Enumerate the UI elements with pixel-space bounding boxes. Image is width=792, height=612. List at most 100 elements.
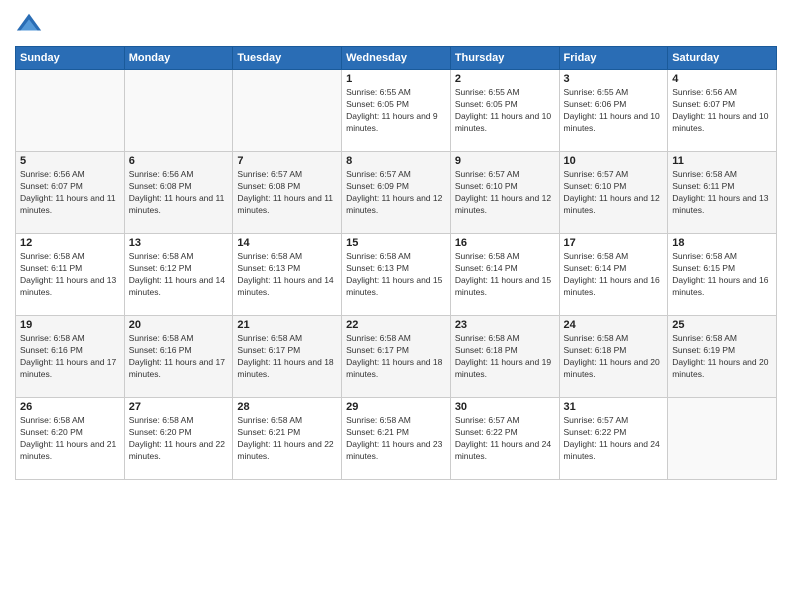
day-info: Sunrise: 6:58 AMSunset: 6:11 PMDaylight:… [672,169,772,217]
header-cell-sunday: Sunday [16,47,125,70]
day-cell: 29 Sunrise: 6:58 AMSunset: 6:21 PMDayligh… [342,398,451,480]
day-info: Sunrise: 6:58 AMSunset: 6:20 PMDaylight:… [20,415,120,463]
day-cell: 6 Sunrise: 6:56 AMSunset: 6:08 PMDaylight… [124,152,233,234]
day-info: Sunrise: 6:56 AMSunset: 6:08 PMDaylight:… [129,169,229,217]
day-number: 24 [564,319,664,331]
day-cell: 7 Sunrise: 6:57 AMSunset: 6:08 PMDaylight… [233,152,342,234]
header-row: SundayMondayTuesdayWednesdayThursdayFrid… [16,47,777,70]
logo-icon [15,10,43,38]
day-number: 4 [672,73,772,85]
header-cell-monday: Monday [124,47,233,70]
day-info: Sunrise: 6:58 AMSunset: 6:16 PMDaylight:… [129,333,229,381]
day-info: Sunrise: 6:55 AMSunset: 6:05 PMDaylight:… [455,87,555,135]
day-cell: 25 Sunrise: 6:58 AMSunset: 6:19 PMDayligh… [668,316,777,398]
day-cell: 15 Sunrise: 6:58 AMSunset: 6:13 PMDayligh… [342,234,451,316]
day-cell [16,70,125,152]
day-number: 16 [455,237,555,249]
logo [15,10,47,38]
day-info: Sunrise: 6:58 AMSunset: 6:21 PMDaylight:… [346,415,446,463]
day-cell: 10 Sunrise: 6:57 AMSunset: 6:10 PMDayligh… [559,152,668,234]
day-number: 20 [129,319,229,331]
day-number: 28 [237,401,337,413]
page: SundayMondayTuesdayWednesdayThursdayFrid… [0,0,792,612]
day-cell: 14 Sunrise: 6:58 AMSunset: 6:13 PMDayligh… [233,234,342,316]
day-cell: 24 Sunrise: 6:58 AMSunset: 6:18 PMDayligh… [559,316,668,398]
day-number: 5 [20,155,120,167]
day-info: Sunrise: 6:58 AMSunset: 6:14 PMDaylight:… [455,251,555,299]
day-cell: 13 Sunrise: 6:58 AMSunset: 6:12 PMDayligh… [124,234,233,316]
header [15,10,777,38]
day-info: Sunrise: 6:58 AMSunset: 6:12 PMDaylight:… [129,251,229,299]
header-cell-friday: Friday [559,47,668,70]
day-number: 14 [237,237,337,249]
day-info: Sunrise: 6:57 AMSunset: 6:09 PMDaylight:… [346,169,446,217]
day-info: Sunrise: 6:58 AMSunset: 6:21 PMDaylight:… [237,415,337,463]
week-row-5: 26 Sunrise: 6:58 AMSunset: 6:20 PMDayligh… [16,398,777,480]
day-info: Sunrise: 6:58 AMSunset: 6:13 PMDaylight:… [346,251,446,299]
day-number: 23 [455,319,555,331]
day-cell: 8Sunrise: 6:57 AMSunset: 6:09 PMDaylight… [342,152,451,234]
day-cell: 19Sunrise: 6:58 AMSunset: 6:16 PMDayligh… [16,316,125,398]
day-info: Sunrise: 6:57 AMSunset: 6:10 PMDaylight:… [455,169,555,217]
day-number: 13 [129,237,229,249]
day-number: 10 [564,155,664,167]
calendar-table: SundayMondayTuesdayWednesdayThursdayFrid… [15,46,777,480]
day-cell: 31Sunrise: 6:57 AMSunset: 6:22 PMDayligh… [559,398,668,480]
day-info: Sunrise: 6:58 AMSunset: 6:19 PMDaylight:… [672,333,772,381]
header-cell-saturday: Saturday [668,47,777,70]
day-cell: 5 Sunrise: 6:56 AMSunset: 6:07 PMDaylight… [16,152,125,234]
day-cell: 3Sunrise: 6:55 AMSunset: 6:06 PMDaylight… [559,70,668,152]
day-cell: 20 Sunrise: 6:58 AMSunset: 6:16 PMDayligh… [124,316,233,398]
day-cell: 16 Sunrise: 6:58 AMSunset: 6:14 PMDayligh… [450,234,559,316]
day-number: 17 [564,237,664,249]
day-info: Sunrise: 6:57 AMSunset: 6:10 PMDaylight:… [564,169,664,217]
day-number: 9 [455,155,555,167]
day-cell: 4 Sunrise: 6:56 AMSunset: 6:07 PMDaylight… [668,70,777,152]
day-number: 29 [346,401,446,413]
day-number: 27 [129,401,229,413]
day-info: Sunrise: 6:57 AMSunset: 6:22 PMDaylight:… [564,415,664,463]
day-info: Sunrise: 6:58 AMSunset: 6:13 PMDaylight:… [237,251,337,299]
day-cell: 22 Sunrise: 6:58 AMSunset: 6:17 PMDayligh… [342,316,451,398]
day-cell: 1 Sunrise: 6:55 AMSunset: 6:05 PMDaylight… [342,70,451,152]
day-info: Sunrise: 6:58 AMSunset: 6:17 PMDaylight:… [346,333,446,381]
day-info: Sunrise: 6:58 AMSunset: 6:17 PMDaylight:… [237,333,337,381]
day-info: Sunrise: 6:55 AMSunset: 6:06 PMDaylight:… [564,87,664,135]
day-info: Sunrise: 6:58 AMSunset: 6:18 PMDaylight:… [564,333,664,381]
week-row-1: 1 Sunrise: 6:55 AMSunset: 6:05 PMDaylight… [16,70,777,152]
day-cell [668,398,777,480]
day-number: 15 [346,237,446,249]
day-info: Sunrise: 6:56 AMSunset: 6:07 PMDaylight:… [20,169,120,217]
day-number: 19 [20,319,120,331]
day-number: 22 [346,319,446,331]
day-cell: 12Sunrise: 6:58 AMSunset: 6:11 PMDayligh… [16,234,125,316]
day-cell: 18 Sunrise: 6:58 AMSunset: 6:15 PMDayligh… [668,234,777,316]
day-info: Sunrise: 6:57 AMSunset: 6:08 PMDaylight:… [237,169,337,217]
day-number: 18 [672,237,772,249]
day-cell: 26 Sunrise: 6:58 AMSunset: 6:20 PMDayligh… [16,398,125,480]
day-number: 30 [455,401,555,413]
day-cell: 27 Sunrise: 6:58 AMSunset: 6:20 PMDayligh… [124,398,233,480]
day-cell: 30Sunrise: 6:57 AMSunset: 6:22 PMDayligh… [450,398,559,480]
day-cell: 11 Sunrise: 6:58 AMSunset: 6:11 PMDayligh… [668,152,777,234]
day-info: Sunrise: 6:58 AMSunset: 6:15 PMDaylight:… [672,251,772,299]
week-row-4: 19 Sunrise: 6:58 AMSunset: 6:16 PMDayligh… [16,316,777,398]
day-number: 21 [237,319,337,331]
day-cell: 17 Sunrise: 6:58 AMSunset: 6:14 PMDayligh… [559,234,668,316]
day-number: 6 [129,155,229,167]
day-info: Sunrise: 6:58 AMSunset: 6:20 PMDaylight:… [129,415,229,463]
day-cell: 9 Sunrise: 6:57 AMSunset: 6:10 PMDaylight… [450,152,559,234]
day-cell: 2Sunrise: 6:55 AMSunset: 6:05 PMDaylight… [450,70,559,152]
day-number: 7 [237,155,337,167]
day-number: 11 [672,155,772,167]
day-number: 1 [346,73,446,85]
day-info: Sunrise: 6:56 AMSunset: 6:07 PMDaylight:… [672,87,772,135]
week-row-3: 12Sunrise: 6:58 AMSunset: 6:11 PMDayligh… [16,234,777,316]
day-number: 26 [20,401,120,413]
day-info: Sunrise: 6:58 AMSunset: 6:11 PMDaylight:… [20,251,120,299]
day-cell: 21 Sunrise: 6:58 AMSunset: 6:17 PMDayligh… [233,316,342,398]
day-info: Sunrise: 6:55 AMSunset: 6:05 PMDaylight:… [346,87,446,135]
day-number: 25 [672,319,772,331]
day-info: Sunrise: 6:58 AMSunset: 6:14 PMDaylight:… [564,251,664,299]
day-cell [124,70,233,152]
